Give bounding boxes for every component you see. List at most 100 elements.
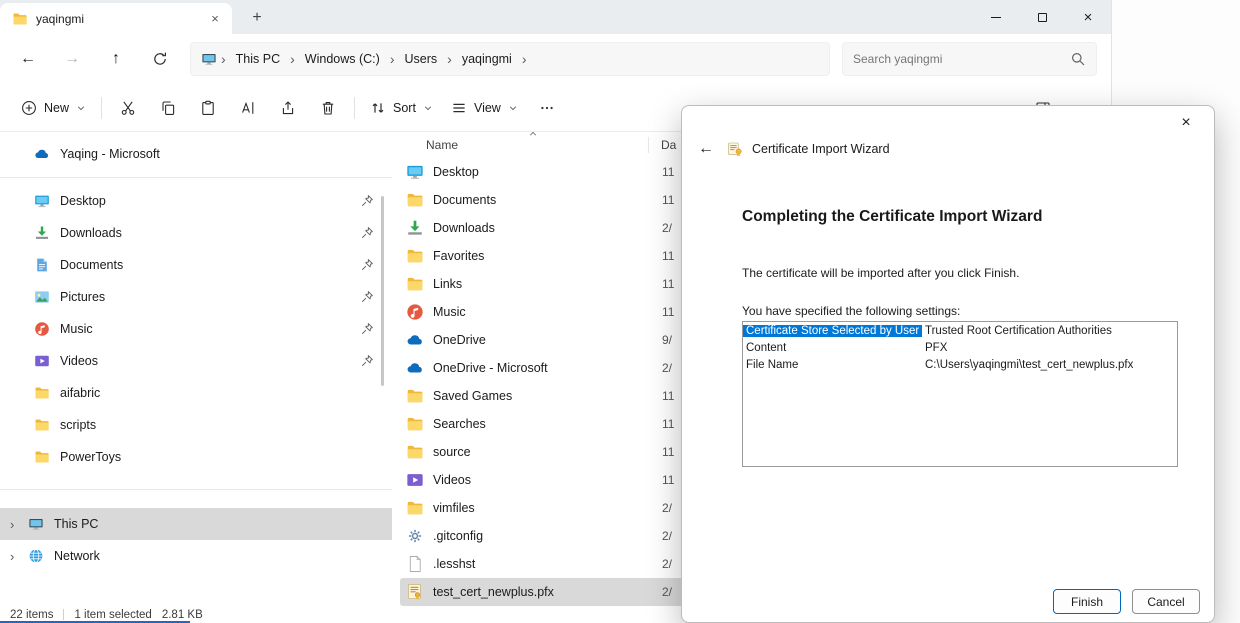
share-button[interactable] <box>268 91 308 125</box>
sidebar-scrollbar[interactable] <box>381 196 384 386</box>
breadcrumb: › This PC › Windows (C:) › <box>190 42 830 76</box>
maximize-button[interactable] <box>1019 0 1065 34</box>
setting-value: Trusted Root Certification Authorities <box>922 325 1112 337</box>
breadcrumb-item[interactable]: This PC <box>230 49 286 69</box>
certificate-import-wizard-dialog: × ← Certificate Import Wizard Completing… <box>681 105 1215 623</box>
sidebar-item-label: Videos <box>60 354 350 368</box>
file-icon <box>406 583 424 601</box>
search-box <box>842 42 1097 76</box>
sidebar-item[interactable]: Desktop <box>0 185 392 217</box>
forward-button[interactable]: → <box>50 41 94 77</box>
file-date: 11 <box>662 193 674 207</box>
view-button[interactable]: View <box>442 91 527 125</box>
refresh-button[interactable] <box>138 41 182 77</box>
chevron-right-icon[interactable]: › <box>10 517 14 532</box>
explorer-tab[interactable]: yaqingmi × <box>0 3 232 34</box>
sort-button[interactable]: Sort <box>361 91 442 125</box>
sidebar-item-label: aifabric <box>60 386 380 400</box>
sidebar-item-this-pc[interactable]: › This PC <box>0 508 392 540</box>
date-column-header[interactable]: Da <box>648 137 676 153</box>
settings-list: Certificate Store Selected by User Trust… <box>742 321 1178 467</box>
minimize-button[interactable] <box>973 0 1019 34</box>
back-button[interactable]: ← <box>6 41 50 77</box>
sidebar-item-label: Music <box>60 322 350 336</box>
dialog-back-button[interactable]: ← <box>694 140 718 158</box>
item-count: 22 items <box>10 609 53 621</box>
close-button[interactable]: × <box>1065 0 1111 34</box>
pin-icon <box>360 258 374 272</box>
copy-button[interactable] <box>148 91 188 125</box>
sidebar-item[interactable]: Documents <box>0 249 392 281</box>
tab-close-button[interactable]: × <box>206 10 224 28</box>
more-options-button[interactable] <box>527 91 567 125</box>
search-input[interactable] <box>853 52 1070 66</box>
wizard-heading: Completing the Certificate Import Wizard <box>742 208 1176 226</box>
sidebar-item[interactable]: aifabric <box>0 377 392 409</box>
trash-icon <box>320 100 336 116</box>
breadcrumb-item[interactable]: Users <box>398 49 443 69</box>
share-icon <box>280 100 296 116</box>
paste-button[interactable] <box>188 91 228 125</box>
file-name: Links <box>433 277 653 291</box>
sidebar-item[interactable]: scripts <box>0 409 392 441</box>
breadcrumb-chevron: › <box>388 51 397 67</box>
sidebar-item[interactable]: Videos <box>0 345 392 377</box>
breadcrumb-item[interactable]: yaqingmi <box>456 49 518 69</box>
setting-value: PFX <box>922 342 947 354</box>
file-date: 2/ <box>662 501 672 515</box>
file-name: .lesshst <box>433 557 653 571</box>
cancel-button[interactable]: Cancel <box>1132 589 1200 614</box>
file-date: 11 <box>662 445 674 459</box>
breadcrumb-item[interactable]: Windows (C:) <box>299 49 386 69</box>
search-icon <box>1070 51 1086 67</box>
delete-button[interactable] <box>308 91 348 125</box>
cut-button[interactable] <box>108 91 148 125</box>
sidebar-item-onedrive[interactable]: Yaqing - Microsoft <box>0 138 392 170</box>
chevron-right-icon[interactable]: › <box>10 549 14 564</box>
screen: yaqingmi × + × ← → ↑ › <box>0 0 1240 623</box>
settings-row[interactable]: Content PFX <box>743 339 1177 356</box>
sidebar-item[interactable]: Music <box>0 313 392 345</box>
file-name: Searches <box>433 417 653 431</box>
sidebar-item-label: scripts <box>60 418 380 432</box>
toolbar-separator <box>354 97 355 119</box>
finish-button[interactable]: Finish <box>1053 589 1121 614</box>
wizard-body: Completing the Certificate Import Wizard… <box>682 208 1214 467</box>
sort-icon <box>370 100 386 116</box>
file-icon <box>406 555 424 573</box>
selection-count: 1 item selected <box>74 609 151 621</box>
pin-icon <box>360 290 374 304</box>
sidebar-item-icon <box>34 289 50 305</box>
up-button[interactable]: ↑ <box>94 41 138 77</box>
file-name: Downloads <box>433 221 653 235</box>
sidebar-item-network[interactable]: › Network <box>0 540 392 572</box>
dialog-close-button[interactable]: × <box>1166 110 1206 136</box>
pin-icon <box>360 226 374 240</box>
dialog-title-bar: × <box>682 106 1214 136</box>
file-date: 11 <box>662 389 674 403</box>
new-tab-button[interactable]: + <box>244 5 270 31</box>
sidebar-item-icon <box>34 193 50 209</box>
name-column-header[interactable]: Name <box>400 138 648 152</box>
settings-row[interactable]: Certificate Store Selected by User Trust… <box>743 322 1177 339</box>
file-icon <box>406 471 424 489</box>
paste-icon <box>200 100 216 116</box>
selection-size: 2.81 KB <box>162 609 203 621</box>
wizard-title: Certificate Import Wizard <box>752 142 890 156</box>
file-name: OneDrive - Microsoft <box>433 361 653 375</box>
setting-key: Content <box>743 342 922 354</box>
sidebar-item[interactable]: PowerToys <box>0 441 392 473</box>
sidebar-item[interactable]: Downloads <box>0 217 392 249</box>
new-button[interactable]: New <box>12 91 95 125</box>
divider <box>0 489 392 490</box>
file-icon <box>406 303 424 321</box>
scissors-icon <box>120 100 136 116</box>
file-icon <box>406 387 424 405</box>
file-icon <box>406 191 424 209</box>
settings-row[interactable]: File Name C:\Users\yaqingmi\test_cert_ne… <box>743 356 1177 373</box>
cloud-icon <box>34 146 50 162</box>
file-date: 2/ <box>662 557 672 571</box>
sidebar-item[interactable]: Pictures <box>0 281 392 313</box>
file-icon <box>406 331 424 349</box>
rename-button[interactable] <box>228 91 268 125</box>
